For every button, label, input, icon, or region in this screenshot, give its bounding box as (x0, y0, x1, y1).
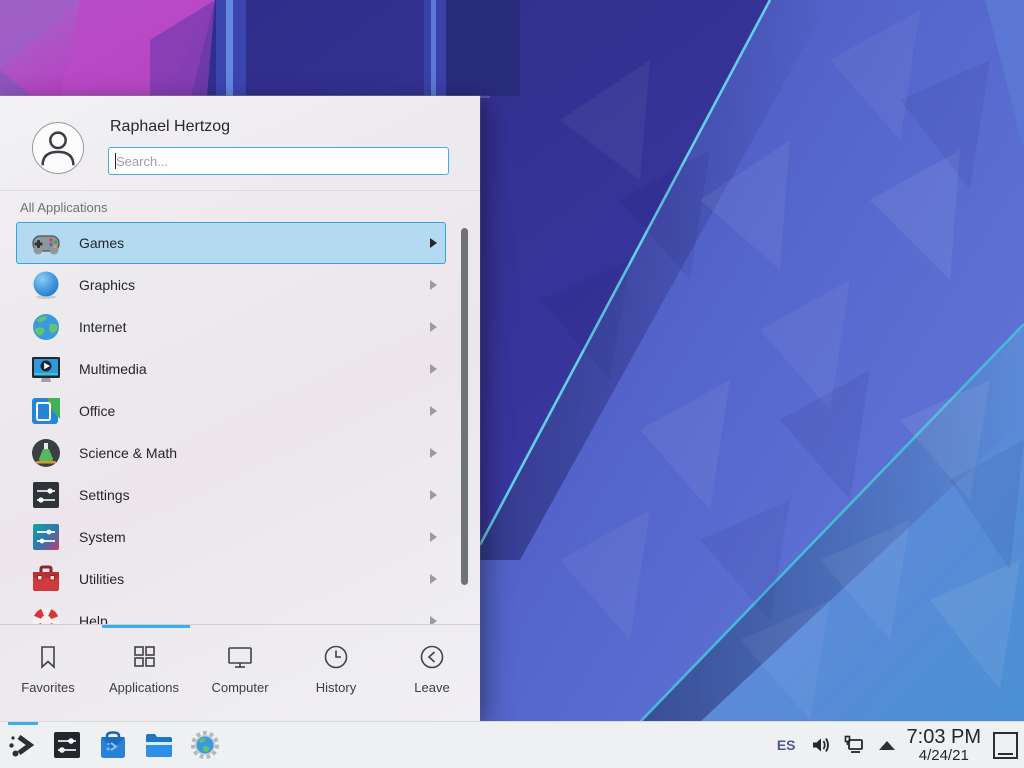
tray-expand-caret-up-icon[interactable] (879, 741, 895, 750)
header-separator (0, 190, 480, 191)
menu-item-label: Graphics (79, 277, 430, 293)
search-input[interactable] (109, 148, 448, 174)
taskbar-panel: ES 7:03 PM 4/24/21 (0, 721, 1024, 768)
submenu-arrow-icon (430, 532, 437, 542)
section-label-all-applications: All Applications (20, 200, 107, 215)
sliders-icon (30, 479, 62, 511)
computer-icon (226, 643, 254, 671)
volume-speaker-icon[interactable] (810, 734, 832, 756)
menu-item-label: Help (79, 613, 430, 624)
keyboard-layout-indicator[interactable]: ES (777, 737, 796, 753)
application-launcher-menu: Raphael Hertzog All Applications Games (0, 96, 480, 721)
globe-icon (30, 311, 62, 343)
system-sliders-icon (30, 521, 62, 553)
network-icon[interactable] (843, 734, 865, 756)
taskbar-app-system-settings[interactable] (44, 722, 90, 768)
text-cursor (115, 153, 116, 169)
menu-item-internet[interactable]: Internet (16, 306, 446, 348)
show-desktop-button[interactable] (993, 732, 1018, 759)
system-settings-icon (51, 729, 83, 761)
tab-label: Computer (211, 680, 268, 695)
menu-item-label: Settings (79, 487, 430, 503)
submenu-arrow-icon (430, 406, 437, 416)
taskbar-app-web-browser[interactable] (182, 722, 228, 768)
gamepad-icon (30, 227, 62, 259)
bookmark-icon (34, 643, 62, 671)
tab-applications[interactable]: Applications (96, 628, 192, 721)
tab-label: Favorites (21, 680, 74, 695)
toolbox-icon (30, 563, 62, 595)
menu-item-help[interactable]: Help (16, 600, 446, 624)
user-avatar[interactable] (32, 122, 84, 174)
menu-item-utilities[interactable]: Utilities (16, 558, 446, 600)
taskbar-app-file-manager[interactable] (136, 722, 182, 768)
launcher-tabbar: Favorites Applications Computer History (0, 628, 480, 721)
tab-computer[interactable]: Computer (192, 628, 288, 721)
grid-icon (130, 643, 158, 671)
submenu-arrow-icon (430, 322, 437, 332)
launcher-active-indicator (8, 722, 38, 725)
history-clock-icon (322, 643, 350, 671)
menu-item-settings[interactable]: Settings (16, 474, 446, 516)
tab-favorites[interactable]: Favorites (0, 628, 96, 721)
tabbar-separator (0, 624, 480, 625)
discover-bag-icon (97, 729, 129, 761)
submenu-arrow-icon (430, 364, 437, 374)
submenu-arrow-icon (430, 448, 437, 458)
flask-icon (30, 437, 62, 469)
folder-icon (143, 729, 175, 761)
clock-date: 4/24/21 (907, 748, 981, 763)
menu-item-science-math[interactable]: Science & Math (16, 432, 446, 474)
submenu-arrow-icon (430, 280, 437, 290)
application-launcher-button[interactable] (0, 722, 44, 768)
tab-leave[interactable]: Leave (384, 628, 480, 721)
kde-logo-icon (6, 729, 38, 761)
list-scrollbar[interactable] (461, 228, 468, 585)
menu-item-label: Multimedia (79, 361, 430, 377)
application-category-list: Games Graphics (0, 222, 480, 624)
sphere-icon (30, 269, 62, 301)
system-tray: ES 7:03 PM 4/24/21 (777, 722, 1024, 768)
menu-item-office[interactable]: Office (16, 390, 446, 432)
menu-item-multimedia[interactable]: Multimedia (16, 348, 446, 390)
search-box (108, 147, 449, 175)
monitor-play-icon (30, 353, 62, 385)
menu-item-system[interactable]: System (16, 516, 446, 558)
tab-label: Leave (414, 680, 449, 695)
launcher-header: Raphael Hertzog (0, 96, 480, 190)
tab-label: History (316, 680, 356, 695)
menu-item-label: Utilities (79, 571, 430, 587)
leave-icon (418, 643, 446, 671)
submenu-arrow-icon (430, 616, 437, 624)
show-desktop-icon (998, 753, 1013, 755)
tab-history[interactable]: History (288, 628, 384, 721)
menu-item-label: Internet (79, 319, 430, 335)
menu-item-games[interactable]: Games (16, 222, 446, 264)
submenu-arrow-icon (430, 238, 437, 248)
lifebuoy-icon (30, 605, 62, 624)
menu-item-label: Office (79, 403, 430, 419)
clock-time: 7:03 PM (907, 727, 981, 747)
menu-item-graphics[interactable]: Graphics (16, 264, 446, 306)
digital-clock[interactable]: 7:03 PM 4/24/21 (907, 727, 981, 763)
menu-item-label: Games (79, 235, 430, 251)
submenu-arrow-icon (430, 490, 437, 500)
document-icon (30, 395, 62, 427)
submenu-arrow-icon (430, 574, 437, 584)
tab-label: Applications (109, 680, 179, 695)
menu-item-label: System (79, 529, 430, 545)
taskbar-app-discover[interactable] (90, 722, 136, 768)
user-name: Raphael Hertzog (110, 118, 230, 136)
browser-globe-gear-icon (189, 729, 221, 761)
menu-item-label: Science & Math (79, 445, 430, 461)
